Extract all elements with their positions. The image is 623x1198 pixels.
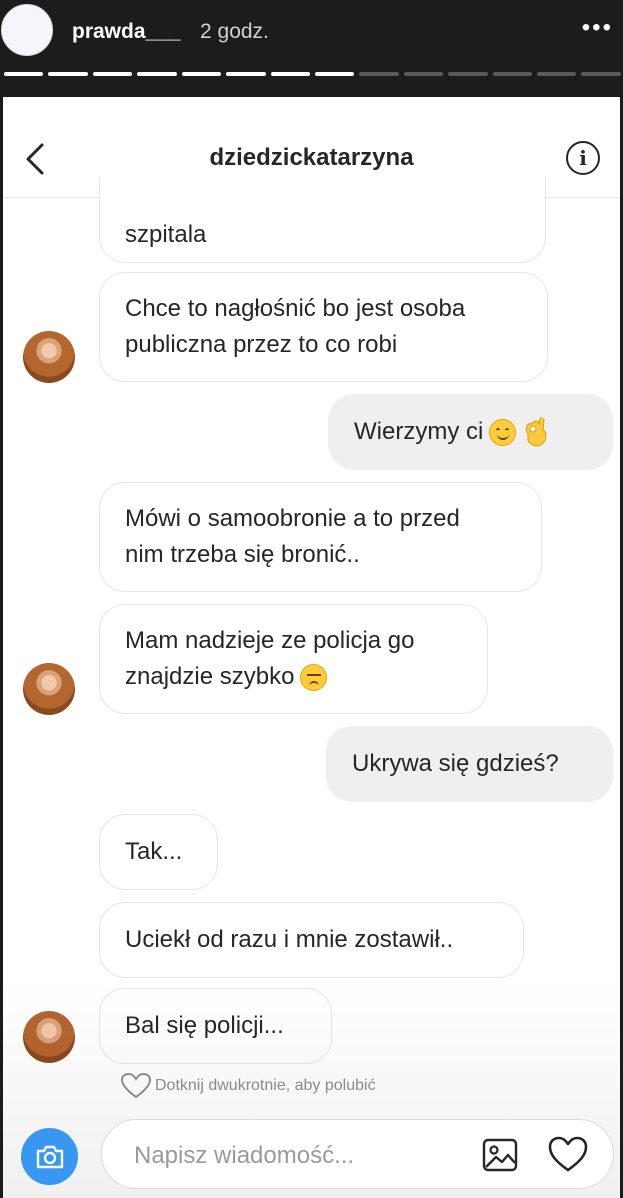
story-header: prawda___ 2 godz. ••• — [0, 0, 623, 95]
story-username[interactable]: prawda___ — [72, 20, 181, 44]
info-icon[interactable]: i — [566, 141, 600, 175]
message-text-line: nim trzeba się bronić.. — [125, 541, 360, 568]
sender-avatar[interactable] — [23, 663, 75, 715]
smiling-face-emoji — [489, 418, 517, 446]
like-hint-text: Dotknij dwukrotnie, aby polubić — [155, 1077, 376, 1094]
story-progress-segment — [226, 72, 266, 76]
message-text: Wierzymy ci — [354, 418, 484, 445]
message-bubble-received[interactable]: Mówi o samoobronie a to przed nim trzeba… — [99, 482, 542, 592]
story-timestamp: 2 godz. — [200, 20, 269, 43]
message-text: Ukrywa się gdzieś? — [352, 750, 559, 777]
message-bubble-received[interactable]: Mam nadzieje ze policja go znajdzie szyb… — [99, 604, 488, 714]
message-text-line-with-emoji: znajdzie szybko — [125, 659, 328, 695]
sender-avatar[interactable] — [23, 1011, 75, 1063]
story-progress-segment — [270, 72, 310, 76]
conversation-title[interactable]: dziedzickatarzyna — [3, 144, 620, 172]
story-progress-segment — [92, 72, 133, 76]
heart-outline-icon — [121, 1073, 151, 1099]
sender-avatar[interactable] — [23, 331, 75, 383]
disappointed-face-emoji — [300, 663, 328, 691]
message-text: szpitala — [125, 221, 207, 248]
message-input[interactable] — [132, 1138, 456, 1174]
story-progress-segment — [137, 72, 177, 76]
message-text-line: publiczna przez to co robi — [125, 331, 398, 358]
message-text-line: Chce to nagłośnić bo jest osoba — [125, 295, 466, 322]
heart-icon — [548, 1136, 588, 1172]
story-progress-segment — [4, 72, 44, 76]
message-text-line: Mówi o samoobronie a to przed — [125, 505, 460, 532]
camera-button[interactable] — [21, 1128, 78, 1185]
story-progress-segment — [448, 72, 488, 76]
like-button[interactable] — [548, 1136, 588, 1174]
message-bubble-received[interactable]: Uciekł od razu i mnie zostawił.. — [99, 902, 524, 978]
dm-screenshot: dziedzickatarzyna i szpitala Chce to nag… — [3, 97, 620, 1198]
story-progress-segment — [403, 72, 444, 76]
message-bubble-received[interactable]: Chce to nagłośnić bo jest osoba publiczn… — [99, 272, 548, 382]
more-options-icon[interactable]: ••• — [582, 14, 613, 42]
story-progress-segment — [48, 72, 88, 76]
message-text: Tak... — [125, 838, 183, 865]
story-progress-segment — [181, 72, 222, 76]
double-tap-like-hint: Dotknij dwukrotnie, aby polubić — [121, 1073, 376, 1099]
story-progress-segment — [492, 72, 533, 76]
message-text: Bal się policji... — [125, 1012, 284, 1039]
story-avatar[interactable] — [1, 4, 53, 56]
story-progress-segment — [537, 72, 577, 76]
message-text-line: Mam nadzieje ze policja go — [125, 627, 415, 654]
ok-hand-emoji — [526, 416, 547, 447]
message-bubble-received[interactable]: szpitala — [99, 177, 546, 263]
gallery-button[interactable] — [482, 1137, 518, 1173]
story-progress-bar — [4, 72, 621, 77]
image-icon — [482, 1138, 518, 1172]
story-progress-segment — [359, 72, 399, 76]
message-bubble-received[interactable]: Bal się policji... — [99, 988, 332, 1064]
message-text-line: znajdzie szybko — [125, 663, 295, 690]
story-progress-segment — [581, 72, 621, 76]
message-bubble-sent[interactable]: Ukrywa się gdzieś? — [326, 726, 613, 802]
message-composer — [101, 1119, 614, 1189]
camera-icon — [36, 1145, 63, 1168]
story-progress-segment — [314, 72, 355, 76]
message-text: Uciekł od razu i mnie zostawił.. — [125, 926, 454, 953]
message-bubble-sent[interactable]: Wierzymy ci — [328, 394, 613, 470]
message-bubble-received[interactable]: Tak... — [99, 814, 218, 890]
